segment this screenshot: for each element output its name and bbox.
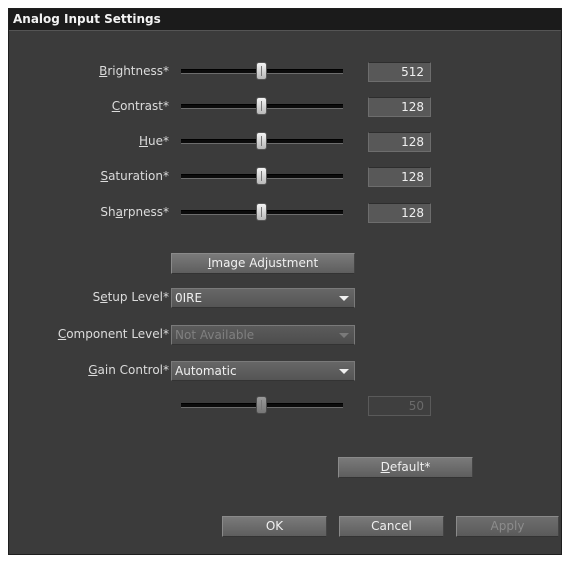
- gain-control-label: Gain Control*: [88, 363, 169, 377]
- saturation-slider[interactable]: [181, 167, 343, 185]
- component-level-label: Component Level*: [57, 327, 169, 341]
- setup-level-value: 0IRE: [175, 291, 203, 305]
- component-level-value: Not Available: [175, 328, 255, 342]
- sharpness-label: Sharpness*: [100, 205, 169, 219]
- contrast-label: Contrast*: [111, 99, 169, 113]
- sharpness-slider[interactable]: [181, 203, 343, 221]
- chevron-down-icon: [339, 333, 349, 338]
- gain-slider: [181, 396, 343, 414]
- brightness-value[interactable]: 512: [368, 62, 431, 82]
- gain-control-value: Automatic: [175, 364, 237, 378]
- image-adjustment-button[interactable]: Image Adjustment: [171, 253, 355, 274]
- contrast-value[interactable]: 128: [368, 97, 431, 117]
- hue-label: Hue*: [138, 134, 169, 148]
- gain-value: 50: [368, 396, 431, 416]
- saturation-label: Saturation*: [100, 169, 169, 183]
- slider-thumb[interactable]: [256, 132, 267, 150]
- slider-thumb[interactable]: [256, 167, 267, 185]
- cancel-button[interactable]: Cancel: [339, 516, 444, 537]
- slider-thumb[interactable]: [256, 97, 267, 115]
- analog-input-settings-dialog: Analog Input Settings Brightness* 512 Co…: [8, 8, 562, 555]
- apply-button: Apply: [456, 516, 559, 537]
- default-button[interactable]: Default*: [338, 457, 473, 478]
- brightness-label: Brightness*: [99, 64, 169, 78]
- brightness-slider[interactable]: [181, 62, 343, 80]
- slider-thumb[interactable]: [256, 62, 267, 80]
- contrast-slider[interactable]: [181, 97, 343, 115]
- gain-control-select[interactable]: Automatic: [171, 361, 355, 381]
- chevron-down-icon: [339, 296, 349, 301]
- dialog-title: Analog Input Settings: [13, 12, 161, 26]
- setup-level-select[interactable]: 0IRE: [171, 288, 355, 308]
- slider-thumb: [256, 396, 267, 414]
- ok-button[interactable]: OK: [222, 516, 327, 537]
- hue-value[interactable]: 128: [368, 132, 431, 152]
- saturation-value[interactable]: 128: [368, 167, 431, 187]
- hue-slider[interactable]: [181, 132, 343, 150]
- sharpness-value[interactable]: 128: [368, 203, 431, 223]
- title-bar: Analog Input Settings: [9, 9, 561, 31]
- setup-level-label: Setup Level*: [92, 290, 169, 304]
- chevron-down-icon: [339, 369, 349, 374]
- component-level-select: Not Available: [171, 325, 355, 345]
- slider-thumb[interactable]: [256, 203, 267, 221]
